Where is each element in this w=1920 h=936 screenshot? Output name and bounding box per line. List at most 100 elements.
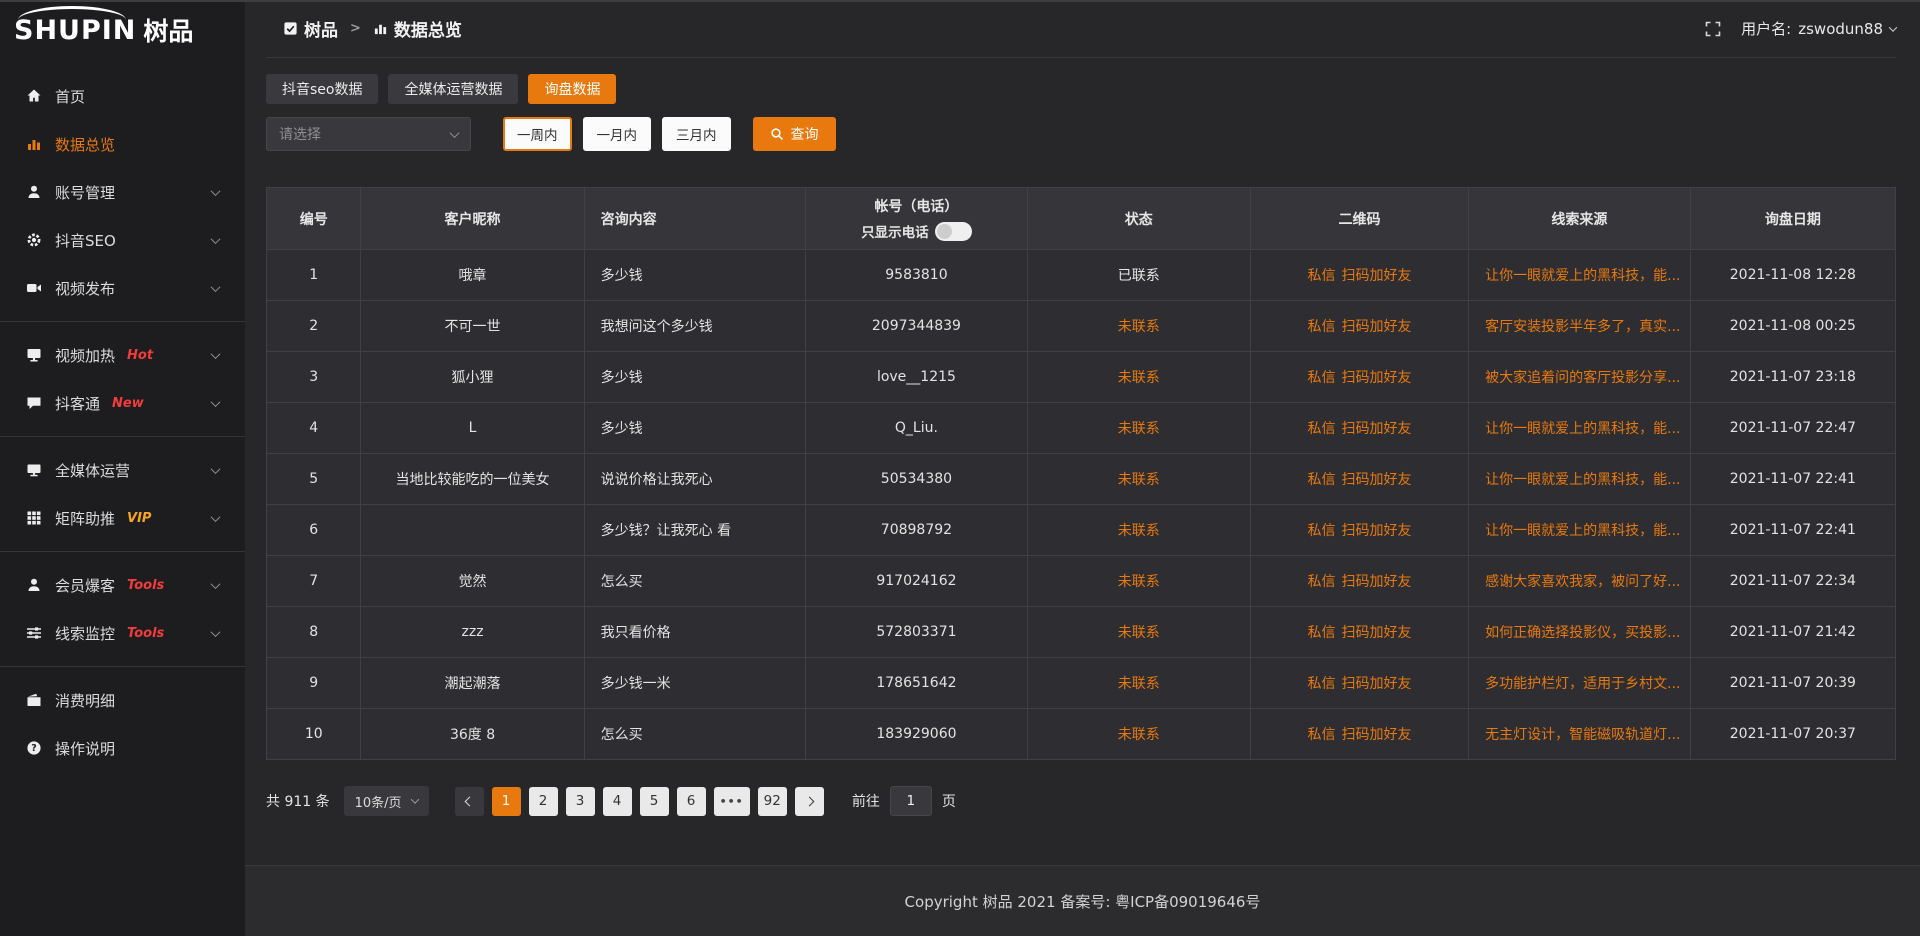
qr-action-link[interactable]: 扫码加好友 <box>1342 625 1412 641</box>
qr-action-link[interactable]: 私信 <box>1308 472 1336 488</box>
sidebar-item[interactable]: 矩阵助推 VIP <box>0 494 245 542</box>
sidebar-item[interactable]: 会员爆客 Tools <box>0 561 245 609</box>
status-badge: 未联系 <box>1118 625 1160 641</box>
chevron-down-icon <box>211 627 221 637</box>
breadcrumb-current[interactable]: 数据总览 <box>373 16 462 41</box>
cell-source: 多功能护栏灯，适用于乡村文... <box>1469 658 1691 709</box>
sidebar-item-label: 数据总览 <box>55 134 115 155</box>
cell-qrcode: 私信扫码加好友 <box>1250 556 1468 607</box>
goto-page-input[interactable] <box>890 786 932 816</box>
menu-badge: Tools <box>127 578 164 593</box>
filter-select[interactable]: 请选择 <box>266 117 471 151</box>
sidebar-item[interactable]: 抖音SEO <box>0 216 245 264</box>
sidebar-item[interactable]: 首页 <box>0 72 245 120</box>
table-row: 5 当地比较能吃的一位美女 说说价格让我死心 50534380 未联系 私信扫码… <box>267 454 1896 505</box>
table-row: 1 哦章 多少钱 9583810 已联系 私信扫码加好友 让你一眼就爱上的黑科技… <box>267 250 1896 301</box>
sidebar-menu: 首页 数据总览 账号管理 抖音SEO 视频发布 视频加热 Hot <box>0 60 245 772</box>
qr-action-link[interactable]: 扫码加好友 <box>1342 421 1412 437</box>
tab[interactable]: 全媒体运营数据 <box>388 74 518 104</box>
cell-source: 让你一眼就爱上的黑科技，能... <box>1469 505 1691 556</box>
sidebar-item-label: 首页 <box>55 86 85 107</box>
sidebar-item[interactable]: 全媒体运营 <box>0 446 245 494</box>
breadcrumb-home[interactable]: 树品 <box>283 16 338 41</box>
qr-action-link[interactable]: 扫码加好友 <box>1342 676 1412 692</box>
qr-action-link[interactable]: 私信 <box>1308 676 1336 692</box>
sidebar-item[interactable]: 抖客通 New <box>0 379 245 427</box>
lead-source-link[interactable]: 客厅安装投影半年多了，真实... <box>1485 319 1680 335</box>
qr-action-link[interactable]: 私信 <box>1308 727 1336 743</box>
cell-nickname: 哦章 <box>361 250 584 301</box>
page-ellipsis[interactable]: ••• <box>714 787 750 816</box>
cell-account: 9583810 <box>806 250 1028 301</box>
sidebar-item[interactable]: 线索监控 Tools <box>0 609 245 657</box>
qr-action-link[interactable]: 扫码加好友 <box>1342 319 1412 335</box>
cell-account: 183929060 <box>806 709 1028 760</box>
user-menu[interactable]: 用户名: zswodun88 <box>1741 18 1896 39</box>
lead-source-link[interactable]: 让你一眼就爱上的黑科技，能... <box>1485 472 1680 488</box>
page-number-button[interactable]: 92 <box>758 787 787 816</box>
qr-action-link[interactable]: 扫码加好友 <box>1342 727 1412 743</box>
sidebar-item-label: 全媒体运营 <box>55 460 130 481</box>
sidebar-item[interactable]: 视频加热 Hot <box>0 331 245 379</box>
lead-source-link[interactable]: 感谢大家喜欢我家，被问了好... <box>1485 574 1680 590</box>
column-header-nickname: 客户昵称 <box>361 188 584 250</box>
lead-source-link[interactable]: 让你一眼就爱上的黑科技，能... <box>1485 523 1680 539</box>
qr-action-link[interactable]: 私信 <box>1308 574 1336 590</box>
qr-action-link[interactable]: 私信 <box>1308 421 1336 437</box>
lead-source-link[interactable]: 让你一眼就爱上的黑科技，能... <box>1485 421 1680 437</box>
qr-action-link[interactable]: 扫码加好友 <box>1342 268 1412 284</box>
cell-nickname: 36度 8 <box>361 709 584 760</box>
page-number-button[interactable]: 1 <box>492 787 521 816</box>
sidebar-divider <box>0 436 245 437</box>
qr-action-link[interactable]: 私信 <box>1308 268 1336 284</box>
qr-action-link[interactable]: 私信 <box>1308 370 1336 386</box>
page-number-button[interactable]: 4 <box>603 787 632 816</box>
page-number-button[interactable]: 5 <box>640 787 669 816</box>
qr-action-link[interactable]: 扫码加好友 <box>1342 574 1412 590</box>
qr-action-link[interactable]: 私信 <box>1308 625 1336 641</box>
prev-page-button[interactable] <box>455 787 484 816</box>
sidebar-item[interactable]: 视频发布 <box>0 264 245 312</box>
qr-action-link[interactable]: 私信 <box>1308 523 1336 539</box>
qr-action-link[interactable]: 扫码加好友 <box>1342 370 1412 386</box>
lead-source-link[interactable]: 如何正确选择投影仪，买投影... <box>1485 625 1680 641</box>
cell-nickname: 潮起潮落 <box>361 658 584 709</box>
lead-source-link[interactable]: 让你一眼就爱上的黑科技，能... <box>1485 268 1680 284</box>
period-button[interactable]: 一周内 <box>503 117 572 151</box>
table-row: 8 zzz 我只看价格 572803371 未联系 私信扫码加好友 如何正确选择… <box>267 607 1896 658</box>
qr-action-link[interactable]: 私信 <box>1308 319 1336 335</box>
lead-source-link[interactable]: 被大家追着问的客厅投影分享... <box>1485 370 1680 386</box>
chevron-down-icon <box>410 795 418 803</box>
qr-action-link[interactable]: 扫码加好友 <box>1342 472 1412 488</box>
phone-only-toggle[interactable] <box>935 222 972 241</box>
copyright-text: Copyright 树品 2021 备案号: 粤ICP备09019646号 <box>905 891 1261 912</box>
query-button[interactable]: 查询 <box>753 117 836 151</box>
cell-account: love__1215 <box>806 352 1028 403</box>
menu-badge: Tools <box>127 626 164 641</box>
period-button[interactable]: 三月内 <box>662 117 731 151</box>
page-number-button[interactable]: 2 <box>529 787 558 816</box>
next-page-button[interactable] <box>795 787 824 816</box>
lead-source-link[interactable]: 无主灯设计，智能磁吸轨道灯... <box>1485 727 1680 743</box>
cell-status: 已联系 <box>1027 250 1250 301</box>
cell-content: 多少钱 <box>584 352 806 403</box>
sidebar-item[interactable]: 账号管理 <box>0 168 245 216</box>
page-size-select[interactable]: 10条/页 <box>344 786 429 816</box>
sidebar-item[interactable]: 数据总览 <box>0 120 245 168</box>
brand-logo: SHUPIN 树品 <box>0 0 245 60</box>
cell-account: 178651642 <box>806 658 1028 709</box>
sidebar-item[interactable]: 消费明细 <box>0 676 245 724</box>
table-row: 9 潮起潮落 多少钱一米 178651642 未联系 私信扫码加好友 多功能护栏… <box>267 658 1896 709</box>
cell-account: 70898792 <box>806 505 1028 556</box>
brand-logo-en: SHUPIN <box>14 15 136 46</box>
sidebar-divider <box>0 321 245 322</box>
fullscreen-icon[interactable] <box>1705 21 1721 37</box>
sidebar-item[interactable]: ? 操作说明 <box>0 724 245 772</box>
page-number-button[interactable]: 3 <box>566 787 595 816</box>
page-number-button[interactable]: 6 <box>677 787 706 816</box>
qr-action-link[interactable]: 扫码加好友 <box>1342 523 1412 539</box>
tab[interactable]: 抖音seo数据 <box>266 74 378 104</box>
period-button[interactable]: 一月内 <box>583 117 652 151</box>
lead-source-link[interactable]: 多功能护栏灯，适用于乡村文... <box>1485 676 1680 692</box>
tab[interactable]: 询盘数据 <box>528 74 616 104</box>
